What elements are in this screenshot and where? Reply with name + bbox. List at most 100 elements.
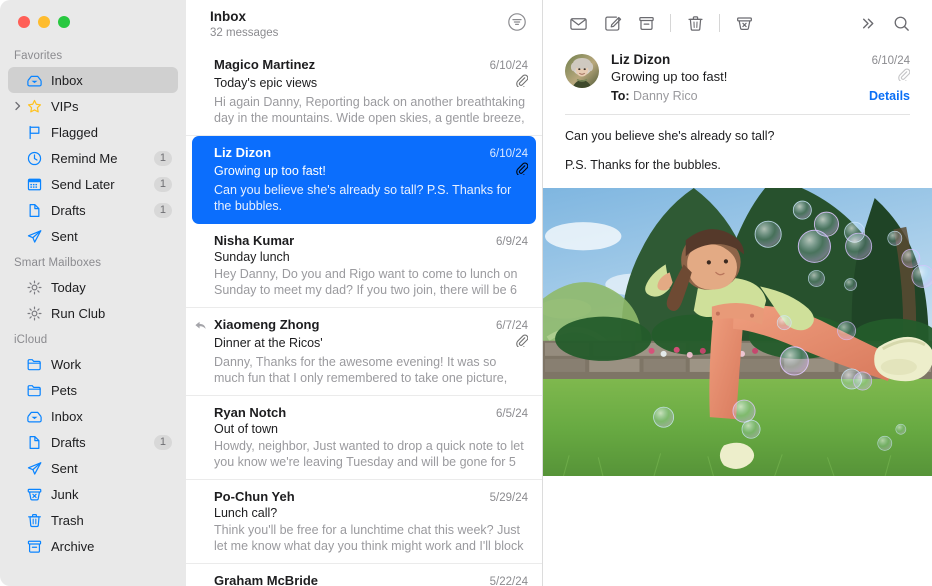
sidebar-item-sent[interactable]: Sent [8,223,178,249]
message-sender: Po-Chun Yeh [214,489,295,504]
toolbar-divider [670,14,671,32]
chevron-double-right-icon[interactable] [850,8,884,38]
sidebar: FavoritesInboxVIPsFlaggedRemind Me1Send … [0,0,186,586]
zoom-button[interactable] [58,16,70,28]
sidebar-item-trash[interactable]: Trash [8,507,178,533]
sidebar-item-label: Drafts [51,435,154,450]
reading-pane: Liz Dizon 6/10/24 Growing up too fast! T… [543,0,932,586]
message-subject: Out of town [214,422,278,436]
sidebar-item-label: Pets [51,383,172,398]
sidebar-item-vips[interactable]: VIPs [8,93,178,119]
message-body: Can you believe she's already so tall? P… [543,115,932,174]
message-list: Inbox 32 messages Magico Martinez 6/10/24… [186,0,543,586]
message-subject: Growing up too fast! [611,69,727,84]
sidebar-item-label: Inbox [51,409,172,424]
mail-window: FavoritesInboxVIPsFlaggedRemind Me1Send … [0,0,932,586]
sidebar-item-work[interactable]: Work [8,351,178,377]
mailbox-title: Inbox [210,8,278,25]
message-preview: Danny, Thanks for the awesome evening! I… [214,354,528,386]
sidebar-item-junk[interactable]: Junk [8,481,178,507]
message-list-item[interactable]: Nisha Kumar6/9/24Sunday lunchHey Danny, … [186,224,542,308]
chevron-right-icon[interactable] [13,101,23,111]
sidebar-item-label: Remind Me [51,151,154,166]
sidebar-item-sent[interactable]: Sent [8,455,178,481]
message-date: 6/10/24 [490,60,528,72]
sender-name: Liz Dizon [611,52,670,67]
details-link[interactable]: Details [869,89,910,103]
sidebar-item-archive[interactable]: Archive [8,533,178,559]
paperclip-icon [515,162,528,180]
message-date: 6/9/24 [496,236,528,248]
reader-toolbar [543,0,932,46]
sidebar-item-inbox[interactable]: Inbox [8,403,178,429]
body-paragraph: P.S. Thanks for the bubbles. [565,157,910,174]
message-preview: Hey Danny, Do you and Rigo want to come … [214,266,528,298]
message-sender: Magico Martinez [214,57,315,72]
toolbar-divider [719,14,720,32]
message-subject: Sunday lunch [214,250,290,264]
message-list-item[interactable]: Po-Chun Yeh5/29/24Lunch call?Think you'l… [186,480,542,564]
message-sender: Xiaomeng Zhong [214,317,319,332]
close-button[interactable] [18,16,30,28]
mark-unread-button[interactable] [561,8,595,38]
sidebar-item-today[interactable]: Today [8,274,178,300]
calendar-icon [26,176,43,193]
message-list-item[interactable]: Xiaomeng Zhong6/7/24Dinner at the Ricos'… [186,308,542,396]
message-list-item[interactable]: Ryan Notch6/5/24Out of townHowdy, neighb… [186,396,542,480]
sidebar-item-drafts[interactable]: Drafts1 [8,429,178,455]
gear-icon [26,279,43,296]
compose-button[interactable] [595,8,629,38]
inbox-icon [26,408,43,425]
clock-icon [26,150,43,167]
unread-badge: 1 [154,177,172,192]
message-date: 6/7/24 [496,320,528,332]
unread-badge: 1 [154,203,172,218]
junk-button[interactable] [727,8,761,38]
minimize-button[interactable] [38,16,50,28]
sidebar-item-label: Today [51,280,172,295]
sidebar-item-flagged[interactable]: Flagged [8,119,178,145]
document-icon [26,434,43,451]
archive-icon [26,538,43,555]
filter-icon[interactable] [506,11,528,33]
body-paragraph: Can you believe she's already so tall? [565,128,910,145]
paperclip-icon [897,68,910,86]
message-sender: Ryan Notch [214,405,286,420]
sidebar-item-label: Sent [51,229,172,244]
to-value: Danny Rico [633,89,698,103]
sidebar-item-drafts[interactable]: Drafts1 [8,197,178,223]
sidebar-item-label: Send Later [51,177,154,192]
message-list-item[interactable]: Magico Martinez6/10/24Today's epic views… [186,48,542,136]
avatar[interactable] [565,54,599,88]
unread-badge: 1 [154,435,172,450]
star-icon [26,98,43,115]
message-subject: Growing up too fast! [214,164,326,178]
message-date: 6/10/24 [872,55,910,67]
folder-icon [26,356,43,373]
attached-photo[interactable] [543,188,932,476]
message-list-header: Inbox 32 messages [186,0,542,48]
message-header: Liz Dizon 6/10/24 Growing up too fast! T… [543,46,932,103]
delete-button[interactable] [678,8,712,38]
inbox-icon [26,72,43,89]
search-icon[interactable] [884,8,918,38]
replied-icon [194,319,207,332]
sidebar-section-header: iCloud [0,326,186,351]
sidebar-item-send-later[interactable]: Send Later1 [8,171,178,197]
archive-button[interactable] [629,8,663,38]
message-list-item[interactable]: Liz Dizon6/10/24Growing up too fast!Can … [192,136,536,224]
flag-icon [26,124,43,141]
sidebar-item-pets[interactable]: Pets [8,377,178,403]
sidebar-item-label: VIPs [51,99,172,114]
sidebar-item-inbox[interactable]: Inbox [8,67,178,93]
sidebar-item-label: Drafts [51,203,154,218]
sidebar-item-remind-me[interactable]: Remind Me1 [8,145,178,171]
to-label: To: [611,89,630,103]
message-date: 6/10/24 [490,148,528,160]
message-date: 6/5/24 [496,408,528,420]
sidebar-item-label: Run Club [51,306,172,321]
sidebar-item-run-club[interactable]: Run Club [8,300,178,326]
sidebar-item-label: Junk [51,487,172,502]
sidebar-item-label: Flagged [51,125,172,140]
message-list-item[interactable]: Graham McBride5/22/24Book ClubAre you fr… [186,564,542,586]
